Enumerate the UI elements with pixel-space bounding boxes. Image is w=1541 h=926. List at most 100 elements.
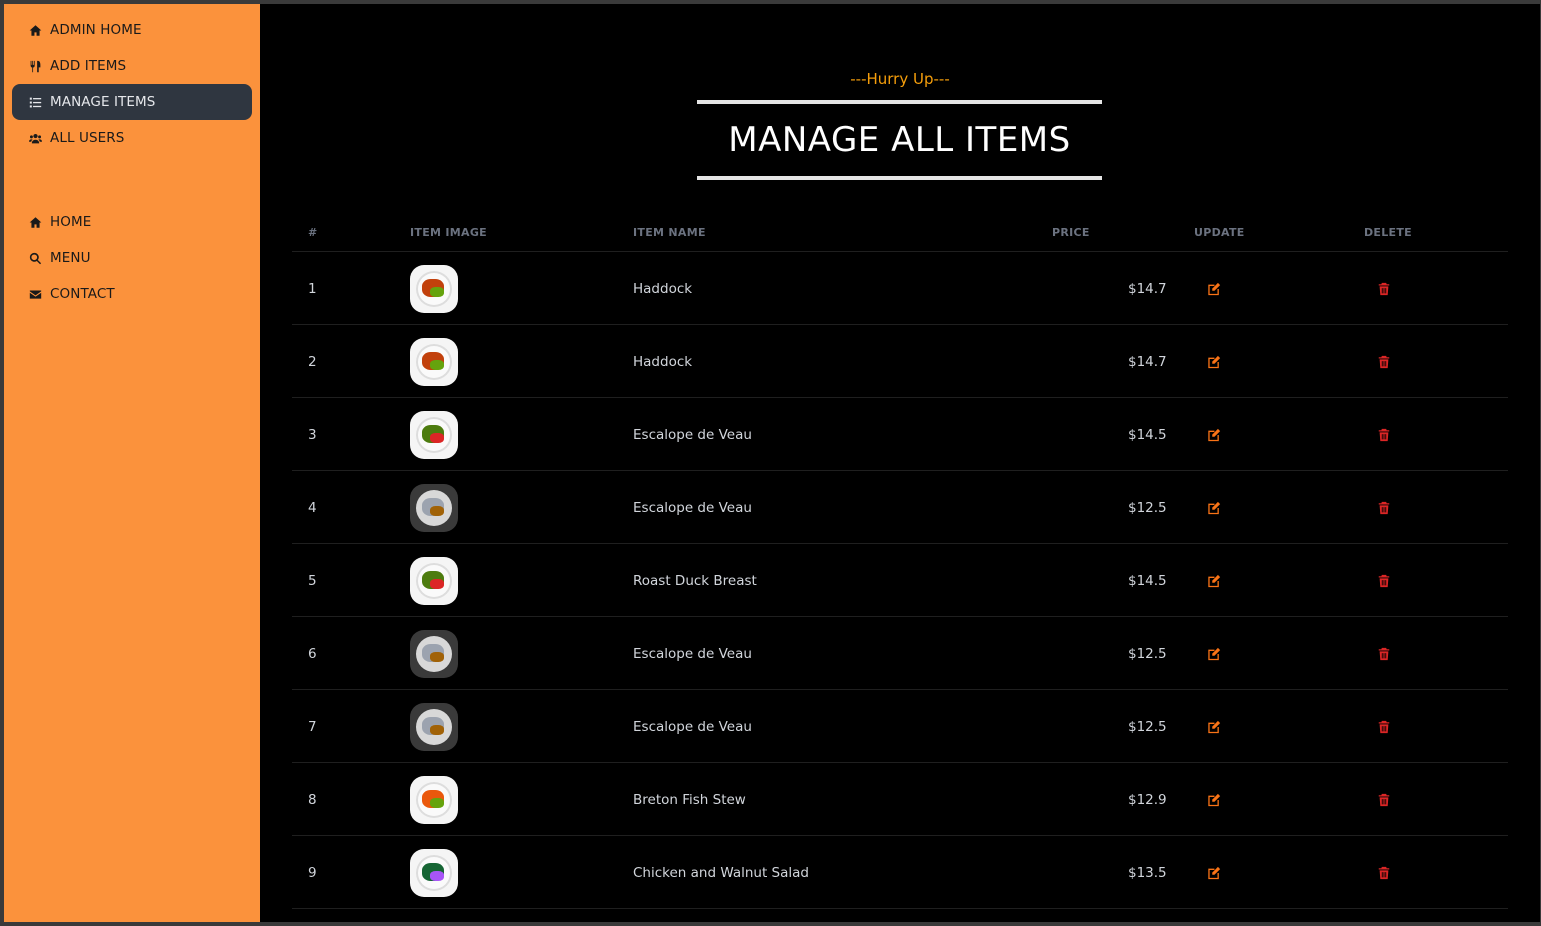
item-price-text: $14.7 <box>1128 280 1167 297</box>
trash-icon[interactable] <box>1377 428 1391 442</box>
items-table: # ITEM IMAGE ITEM NAME PRICE UPDATE DELE… <box>292 218 1508 909</box>
item-image-cell <box>410 690 458 763</box>
row-number: 2 <box>308 325 317 398</box>
item-image-cell <box>410 471 458 544</box>
row-number-text: 4 <box>308 499 317 516</box>
sidebar-item-admin-home[interactable]: ADMIN HOME <box>12 12 252 48</box>
trash-icon[interactable] <box>1377 866 1391 880</box>
item-price-text: $13.5 <box>1128 864 1167 881</box>
item-name: Haddock <box>633 325 692 398</box>
item-price: $12.5 <box>1128 690 1167 763</box>
page-title: MANAGE ALL ITEMS <box>728 120 1071 160</box>
item-name: Chicken and Walnut Salad <box>633 836 809 909</box>
item-image <box>410 629 458 678</box>
delete-cell <box>1377 471 1391 544</box>
sidebar-item-add-items[interactable]: ADD ITEMS <box>12 48 252 84</box>
sidebar-item-manage-items[interactable]: MANAGE ITEMS <box>12 84 252 120</box>
edit-icon[interactable] <box>1207 647 1221 661</box>
item-name: Haddock <box>633 252 692 325</box>
delete-cell <box>1377 544 1391 617</box>
item-image-cell <box>410 763 458 836</box>
update-cell <box>1207 836 1221 909</box>
trash-icon[interactable] <box>1377 647 1391 661</box>
edit-icon[interactable] <box>1207 866 1221 880</box>
item-name: Escalope de Veau <box>633 398 752 471</box>
update-cell <box>1207 398 1221 471</box>
trash-icon[interactable] <box>1377 574 1391 588</box>
home-icon <box>28 215 42 229</box>
trash-icon[interactable] <box>1377 501 1391 515</box>
trash-icon[interactable] <box>1377 793 1391 807</box>
delete-cell <box>1377 617 1391 690</box>
item-price-text: $14.7 <box>1128 353 1167 370</box>
envelope-icon <box>28 287 42 301</box>
item-image-cell <box>410 617 458 690</box>
item-name: Escalope de Veau <box>633 690 752 763</box>
table-row: 2 Haddock $14.7 <box>292 325 1508 398</box>
home-icon <box>28 23 42 37</box>
item-image <box>410 556 458 605</box>
update-cell <box>1207 690 1221 763</box>
sidebar-item-label: ADMIN HOME <box>50 22 142 38</box>
row-number-text: 8 <box>308 791 317 808</box>
item-image <box>410 848 458 897</box>
item-price: $14.5 <box>1128 398 1167 471</box>
item-name-text: Escalope de Veau <box>633 499 752 516</box>
sidebar-item-menu[interactable]: MENU <box>12 240 252 276</box>
table-row: 1 Haddock $14.7 <box>292 252 1508 325</box>
edit-icon[interactable] <box>1207 355 1221 369</box>
item-price-text: $12.5 <box>1128 645 1167 662</box>
table-body: 1 Haddock $14.7 2 Haddock $14.7 3 Escalo… <box>292 252 1508 909</box>
edit-icon[interactable] <box>1207 793 1221 807</box>
item-image <box>410 702 458 751</box>
row-number: 5 <box>308 544 317 617</box>
edit-icon[interactable] <box>1207 720 1221 734</box>
item-image-cell <box>410 398 458 471</box>
sidebar-item-home[interactable]: HOME <box>12 204 252 240</box>
item-name-text: Escalope de Veau <box>633 426 752 443</box>
item-price-text: $14.5 <box>1128 572 1167 589</box>
utensils-icon <box>28 59 42 73</box>
table-row: 4 Escalope de Veau $12.5 <box>292 471 1508 544</box>
item-image <box>410 775 458 824</box>
item-image-cell <box>410 325 458 398</box>
row-number-text: 3 <box>308 426 317 443</box>
column-header-number: # <box>308 226 318 239</box>
update-cell <box>1207 325 1221 398</box>
item-image <box>410 483 458 532</box>
item-price: $14.5 <box>1128 544 1167 617</box>
sidebar-item-all-users[interactable]: ALL USERS <box>12 120 252 156</box>
section-title-box: MANAGE ALL ITEMS <box>697 100 1102 180</box>
trash-icon[interactable] <box>1377 282 1391 296</box>
sidebar-item-contact[interactable]: CONTACT <box>12 276 252 312</box>
row-number-text: 2 <box>308 353 317 370</box>
item-price: $12.9 <box>1128 763 1167 836</box>
item-price: $12.5 <box>1128 617 1167 690</box>
column-header-delete: DELETE <box>1364 226 1412 239</box>
item-price: $13.5 <box>1128 836 1167 909</box>
edit-icon[interactable] <box>1207 501 1221 515</box>
item-name: Escalope de Veau <box>633 471 752 544</box>
trash-icon[interactable] <box>1377 355 1391 369</box>
table-row: 5 Roast Duck Breast $14.5 <box>292 544 1508 617</box>
edit-icon[interactable] <box>1207 282 1221 296</box>
trash-icon[interactable] <box>1377 720 1391 734</box>
item-price: $12.5 <box>1128 471 1167 544</box>
item-price-text: $12.5 <box>1128 718 1167 735</box>
delete-cell <box>1377 690 1391 763</box>
row-number: 4 <box>308 471 317 544</box>
row-number-text: 1 <box>308 280 317 297</box>
table-row: 7 Escalope de Veau $12.5 <box>292 690 1508 763</box>
update-cell <box>1207 617 1221 690</box>
row-number: 6 <box>308 617 317 690</box>
sidebar-item-label: ADD ITEMS <box>50 58 127 74</box>
list-icon <box>28 95 42 109</box>
edit-icon[interactable] <box>1207 428 1221 442</box>
update-cell <box>1207 763 1221 836</box>
section-subheading: ---Hurry Up--- <box>850 70 950 88</box>
item-name-text: Haddock <box>633 353 693 370</box>
item-name: Roast Duck Breast <box>633 544 757 617</box>
app-window: ADMIN HOME ADD ITEMS MANAGE ITEMS ALL US… <box>4 4 1540 922</box>
edit-icon[interactable] <box>1207 574 1221 588</box>
row-number: 9 <box>308 836 317 909</box>
